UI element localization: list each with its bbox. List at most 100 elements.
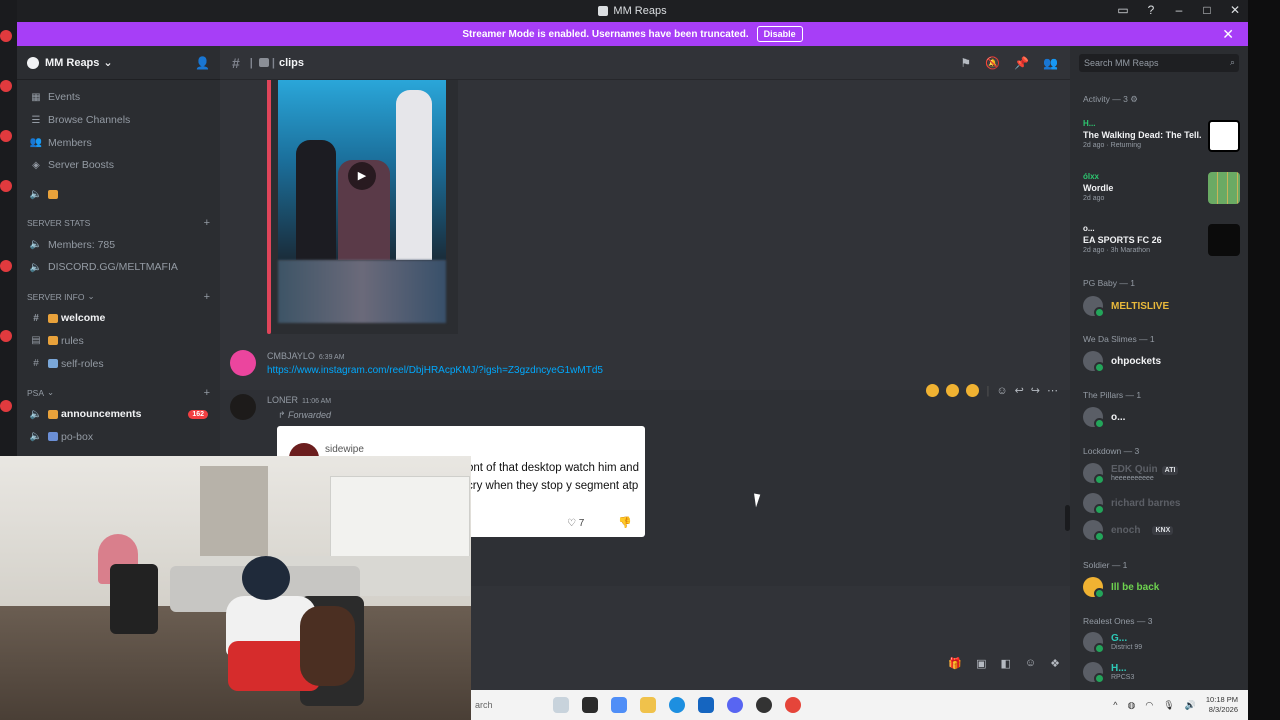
add-channel-icon[interactable]: + <box>204 217 210 229</box>
gif-icon[interactable]: ▣ <box>976 657 986 670</box>
discord-icon[interactable] <box>727 697 743 713</box>
category-server-info[interactable]: SERVER INFO ⌄ + <box>17 287 220 307</box>
forward-icon[interactable]: ↪ <box>1031 384 1040 397</box>
file-explorer-icon[interactable] <box>640 697 656 713</box>
notification-badge <box>0 400 12 412</box>
widgets-icon[interactable] <box>553 697 569 713</box>
mute-icon[interactable]: 🔕 <box>985 56 1000 70</box>
emoji-icon <box>48 409 58 419</box>
edge-icon[interactable] <box>669 697 685 713</box>
member-item[interactable]: o... <box>1083 407 1125 429</box>
reaction-icon[interactable] <box>926 384 940 397</box>
add-channel-icon[interactable]: + <box>204 291 210 303</box>
speaker-icon: 🔈 <box>29 239 43 251</box>
sidebar-item-browse-channels[interactable]: ☰ Browse Channels <box>17 109 220 132</box>
instagram-link[interactable]: https://www.instagram.com/reel/DbjHRAcpK… <box>267 365 603 376</box>
gift-icon[interactable]: 🎁 <box>948 657 962 670</box>
desktop-edge <box>1248 0 1280 720</box>
webcam-arm <box>300 606 355 686</box>
channel-name: clips <box>278 56 305 69</box>
maximize-button[interactable]: □ <box>1200 3 1214 17</box>
help-icon[interactable]: ? <box>1144 3 1158 17</box>
disable-button[interactable]: Disable <box>756 26 803 42</box>
obs-icon[interactable] <box>756 697 772 713</box>
role-header: We Da Slimes — 1 <box>1083 334 1155 344</box>
server-header[interactable]: MM Reaps ⌄ 👤 <box>17 46 220 80</box>
author-name[interactable]: LONER <box>267 395 298 405</box>
member-item[interactable]: enoch KNX <box>1083 520 1174 542</box>
add-channel-icon[interactable]: + <box>204 387 210 399</box>
chevron-down-icon: ⌄ <box>87 291 95 302</box>
close-button[interactable]: ✕ <box>1228 3 1242 17</box>
notification-badge <box>0 180 12 192</box>
member-item[interactable]: richard barnes <box>1083 493 1180 515</box>
sticker-icon[interactable]: ◧ <box>1000 657 1010 670</box>
member-item[interactable]: H... RPCS3 <box>1083 662 1134 684</box>
member-item[interactable]: ohpockets <box>1083 351 1161 373</box>
search-icon: ⌕ <box>1229 57 1235 67</box>
add-reaction-icon[interactable]: ☺ <box>996 385 1007 397</box>
network-icon[interactable]: ◍ <box>1128 700 1136 711</box>
inbox-icon[interactable]: ▭ <box>1116 3 1130 17</box>
calendar-icon: ▦ <box>31 91 41 103</box>
add-member-icon[interactable]: 👤 <box>195 56 210 70</box>
member-item[interactable]: MELTISLIVE <box>1083 296 1169 318</box>
apps-icon[interactable]: ❖ <box>1050 657 1060 670</box>
pin-icon[interactable]: 📌 <box>1014 56 1029 70</box>
video-thumbnail[interactable]: ▶ <box>278 80 446 260</box>
sidebar-item-rules[interactable]: ▤ rules <box>17 330 220 353</box>
forward-icon: ↱ <box>278 410 289 420</box>
message-header: CMBJAYLO 6:39 AM <box>267 351 345 361</box>
chevron-up-icon[interactable]: ^ <box>1113 700 1117 710</box>
clock[interactable]: 10:18 PM 8/3/2026 <box>1206 695 1238 715</box>
search-input[interactable]: Search MM Reaps ⌕ <box>1079 54 1239 72</box>
category-server-stats[interactable]: SERVER STATS + <box>17 213 220 233</box>
sidebar-item-announcements[interactable]: 🔈 announcements 162 <box>17 403 220 426</box>
windows-taskbar: arch ^ ◍ ◠ 🎙 🔊 10:18 PM 8/3/2026 <box>471 690 1248 720</box>
sidebar-item-events[interactable]: ▦ Events <box>17 86 220 109</box>
reaction-icon[interactable] <box>946 384 960 397</box>
task-view-icon[interactable] <box>582 697 598 713</box>
member-item[interactable]: G... District 99 <box>1083 632 1142 654</box>
sidebar-item-voice[interactable]: 🔈 <box>17 183 220 206</box>
member-item[interactable]: Ill be back <box>1083 577 1159 599</box>
channel-header: # | | clips ⚑ 🔕 📌 👥 <box>220 46 1070 80</box>
chrome-icon[interactable] <box>785 697 801 713</box>
store-icon[interactable] <box>698 697 714 713</box>
notification-badge <box>0 330 12 342</box>
volume-icon[interactable]: 🔊 <box>1185 700 1196 711</box>
sidebar-item-welcome[interactable]: # welcome <box>17 307 220 330</box>
reply-icon[interactable]: ↩ <box>1015 384 1024 397</box>
window-controls: ▭ ? – □ ✕ <box>1116 3 1242 17</box>
minimize-button[interactable]: – <box>1172 3 1186 17</box>
speaker-icon: 🔈 <box>29 188 43 200</box>
sidebar-item-members-count[interactable]: 🔈 Members: 785 <box>17 233 220 256</box>
member-item[interactable]: EDK Quin ATI heeeeeeeeee <box>1083 463 1179 485</box>
avatar[interactable] <box>230 394 256 420</box>
gear-icon[interactable]: ⚙ <box>1130 94 1138 104</box>
dislike-icon: 👎 <box>618 517 632 529</box>
rules-icon: ▤ <box>31 335 41 347</box>
reaction-icon[interactable] <box>966 384 980 397</box>
avatar[interactable] <box>230 350 256 376</box>
sidebar-item-invite[interactable]: 🔈 DISCORD.GG/MELTMAFIA <box>17 256 220 279</box>
sidebar-item-members[interactable]: 👥 Members <box>17 131 220 154</box>
play-icon[interactable]: ▶ <box>348 162 376 190</box>
member-list-icon[interactable]: 👥 <box>1043 56 1058 70</box>
more-icon[interactable]: ⋯ <box>1047 384 1058 397</box>
sidebar-item-server-boosts[interactable]: ◈ Server Boosts <box>17 154 220 177</box>
emoji-icon[interactable]: ☺ <box>1025 657 1036 669</box>
category-psa[interactable]: PSA ⌄ + <box>17 383 220 403</box>
discord-icon <box>598 6 609 16</box>
copilot-icon[interactable] <box>611 697 627 713</box>
author-name[interactable]: CMBJAYLO <box>267 351 315 361</box>
sidebar-item-po-box[interactable]: 🔈 po-box <box>17 426 220 449</box>
threads-icon[interactable]: ⚑ <box>960 56 971 70</box>
close-icon[interactable]: ✕ <box>1222 26 1234 43</box>
mic-icon[interactable]: 🎙 <box>1163 700 1174 711</box>
banner-text: Streamer Mode is enabled. Usernames have… <box>462 28 749 40</box>
taskbar-search[interactable]: arch <box>475 700 545 710</box>
sidebar-item-self-roles[interactable]: # self-roles <box>17 352 220 375</box>
wifi-icon[interactable]: ◠ <box>1145 700 1153 711</box>
speaker-icon: 🔈 <box>29 261 43 273</box>
